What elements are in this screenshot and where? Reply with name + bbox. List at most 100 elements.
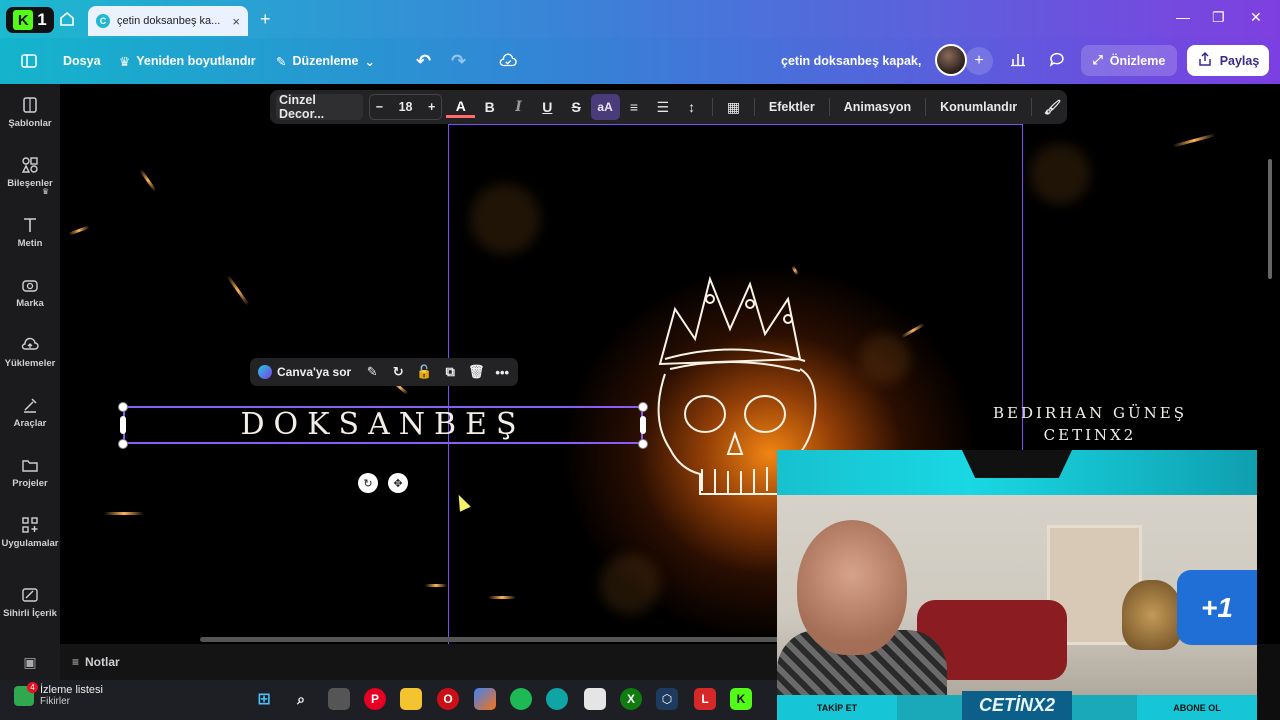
underline-button[interactable]: U: [533, 94, 562, 120]
comments-button[interactable]: [1043, 47, 1071, 75]
rotate-handle[interactable]: ↻: [358, 473, 378, 493]
l-app-icon[interactable]: L: [694, 688, 716, 710]
pinterest-icon[interactable]: P: [364, 688, 386, 710]
list-button[interactable]: ☰: [648, 94, 677, 120]
avatar[interactable]: [935, 44, 967, 76]
tab-close-icon[interactable]: ×: [232, 14, 240, 29]
undo-button[interactable]: ↶: [416, 38, 431, 84]
move-handle[interactable]: ✥: [388, 473, 408, 493]
lock-icon: 🔓: [416, 364, 433, 379]
watchlist-widget[interactable]: 4 İzleme listesi Fikirler: [14, 681, 103, 707]
browser-tab[interactable]: C çetin doksanbeş ka... ×: [88, 6, 248, 36]
effects-button[interactable]: Efektler: [761, 100, 823, 114]
sidebar-item-text[interactable]: Metin: [0, 204, 60, 260]
resize-handle[interactable]: [118, 439, 128, 449]
sidebar-item-templates[interactable]: Şablonlar: [0, 84, 60, 140]
redo-button[interactable]: ↷: [451, 38, 466, 84]
preview-label: Önizleme: [1109, 53, 1166, 68]
home-icon[interactable]: [58, 10, 76, 28]
strikethrough-button[interactable]: S: [562, 94, 591, 120]
ask-canva-button[interactable]: Canva'ya sor: [250, 365, 359, 379]
delete-button[interactable]: 🗑: [463, 359, 489, 385]
animation-button[interactable]: Animasyon: [836, 100, 919, 114]
preview-button[interactable]: ⤢ Önizleme: [1081, 45, 1177, 76]
duplicate-button[interactable]: ⧉: [437, 359, 463, 385]
task-view-icon[interactable]: [328, 688, 350, 710]
notepad-icon[interactable]: [584, 688, 606, 710]
checkerboard-icon: ▦: [726, 98, 741, 115]
move-icon: ✥: [393, 477, 403, 490]
magic-write-button[interactable]: ✎: [359, 359, 385, 385]
text-color-button[interactable]: A: [446, 96, 476, 118]
sidebar-item-projects[interactable]: Projeler: [0, 444, 60, 500]
line-spacing-icon: ↕: [688, 99, 696, 115]
more-options-button[interactable]: •••: [489, 359, 515, 385]
sidebar-item-magic-media[interactable]: Sihirli İçerik: [0, 574, 60, 630]
design-title[interactable]: çetin doksanbeş kapak,: [781, 38, 921, 84]
magic-media-icon: [22, 587, 38, 602]
side-resize-handle[interactable]: [640, 416, 646, 434]
bokeh-light: [860, 334, 910, 384]
lock-button[interactable]: 🔓: [411, 359, 437, 385]
minimize-button[interactable]: —: [1176, 9, 1190, 25]
opera-icon[interactable]: O: [437, 688, 459, 710]
new-tab-button[interactable]: +: [260, 9, 271, 30]
share-icon: [1197, 51, 1213, 70]
regenerate-button[interactable]: ↻: [385, 359, 411, 385]
resize-button[interactable]: ♛ Yeniden boyutlandır: [119, 38, 256, 84]
edit-mode-dropdown[interactable]: ✎ Düzenleme ⌄: [276, 38, 375, 84]
spotify-icon[interactable]: [510, 688, 532, 710]
hex-app-icon[interactable]: ⬡: [656, 688, 678, 710]
font-size-decrease-button[interactable]: −: [376, 100, 383, 114]
sidebar-item-uploads[interactable]: Yüklemeler: [0, 324, 60, 380]
notes-bar[interactable]: ≡ Notlar: [60, 644, 780, 680]
resize-handle[interactable]: [118, 402, 128, 412]
italic-button[interactable]: I: [504, 94, 533, 120]
insights-button[interactable]: [1004, 47, 1032, 75]
file-menu[interactable]: Dosya: [63, 38, 101, 84]
kick-logo-icon: K: [13, 10, 34, 30]
invite-button[interactable]: +: [965, 47, 993, 75]
copilot-icon[interactable]: [474, 688, 496, 710]
cloud-save-button[interactable]: [499, 38, 517, 84]
spacing-button[interactable]: ↕: [677, 94, 706, 120]
copy-style-button[interactable]: 🖌: [1038, 94, 1067, 120]
vertical-scrollbar[interactable]: [1268, 159, 1272, 279]
plus-one-sign: +1: [1177, 570, 1257, 645]
share-label: Paylaş: [1219, 53, 1260, 68]
font-size-increase-button[interactable]: +: [428, 100, 435, 114]
font-size-stepper[interactable]: − 18 +: [368, 94, 443, 120]
font-size-value[interactable]: 18: [399, 100, 413, 114]
author-name-text[interactable]: BEDIRHAN GÜNEŞ CETINX2: [975, 404, 1205, 444]
maximize-button[interactable]: ❐: [1212, 9, 1225, 26]
sidebar-item-brand[interactable]: Marka: [0, 264, 60, 320]
resize-handle[interactable]: [638, 402, 648, 412]
file-explorer-icon[interactable]: [400, 688, 422, 710]
share-button[interactable]: Paylaş: [1187, 45, 1269, 76]
sidebar-item-tools[interactable]: Araçlar: [0, 384, 60, 440]
kick-app-logo[interactable]: K 1: [6, 7, 54, 33]
bold-button[interactable]: B: [475, 94, 504, 120]
side-resize-handle[interactable]: [120, 416, 126, 434]
letter-case-button[interactable]: aA: [590, 94, 620, 120]
toggle-sidebar-button[interactable]: [20, 38, 38, 84]
horizontal-scrollbar[interactable]: [200, 637, 780, 642]
position-button[interactable]: Konumlandır: [932, 100, 1025, 114]
bokeh-light: [1030, 144, 1090, 204]
kick-taskbar-icon[interactable]: K: [730, 688, 752, 710]
close-window-button[interactable]: ✕: [1250, 9, 1262, 26]
search-icon[interactable]: ⌕: [290, 688, 312, 710]
subscribe-label: ABONE OL: [1137, 695, 1257, 720]
edge-icon[interactable]: [546, 688, 568, 710]
canva-ai-icon: [258, 365, 272, 379]
xbox-icon[interactable]: X: [620, 688, 642, 710]
expand-icon: ⤢: [1092, 53, 1103, 67]
windows-start-icon[interactable]: ⊞: [253, 688, 275, 710]
sidebar-item-elements[interactable]: Bileşenler: [0, 144, 60, 200]
align-button[interactable]: ≡: [620, 94, 649, 120]
transparency-button[interactable]: ▦: [719, 94, 748, 120]
sidebar-item-apps[interactable]: Uygulamalar: [0, 504, 60, 560]
font-family-dropdown[interactable]: Cinzel Decor...: [276, 93, 363, 121]
image-thumbnail-button[interactable]: ▣: [0, 644, 60, 680]
resize-handle[interactable]: [638, 439, 648, 449]
